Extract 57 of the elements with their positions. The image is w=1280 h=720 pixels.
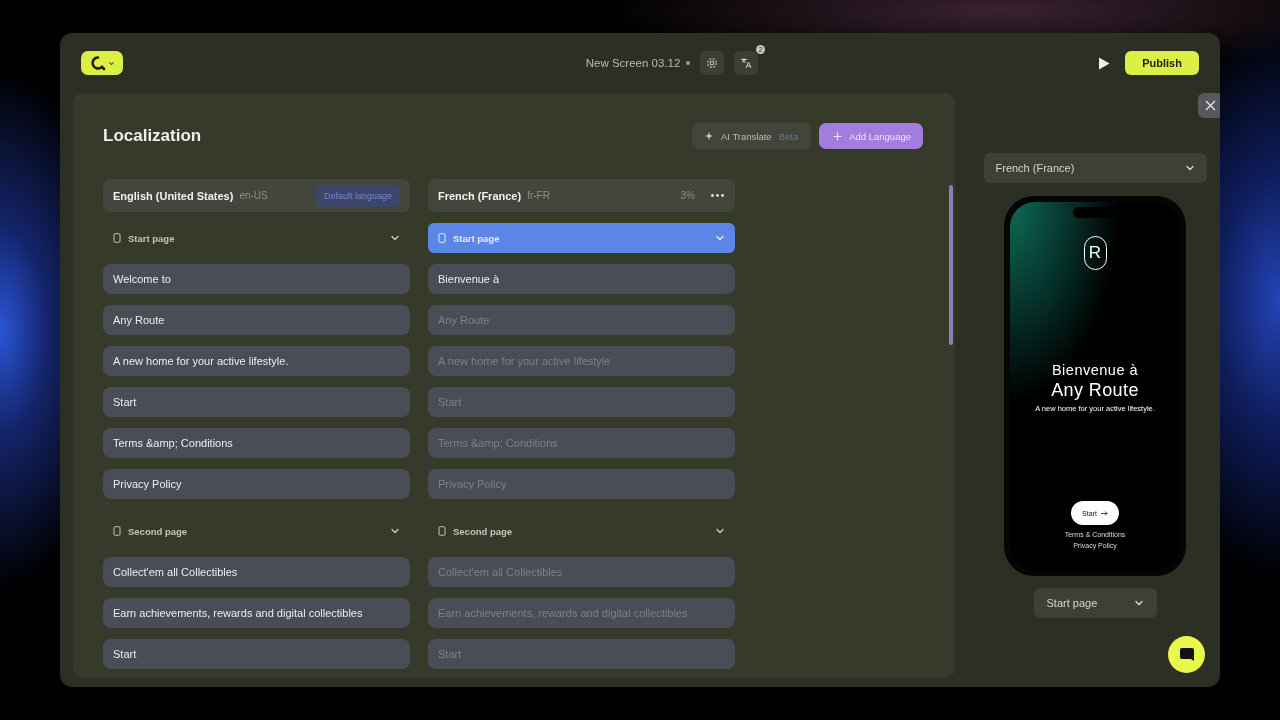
preview-headline: Any Route — [1051, 380, 1139, 401]
chat-button[interactable] — [1168, 636, 1205, 673]
panel-title: Localization — [103, 126, 202, 146]
language-dropdown[interactable]: French (France) — [983, 153, 1207, 183]
plus-icon — [833, 131, 843, 141]
play-icon — [1098, 56, 1110, 70]
unsaved-dot-icon — [686, 61, 691, 65]
scrollbar[interactable] — [949, 185, 953, 345]
ai-translate-button[interactable]: AI Translate Beta — [691, 123, 812, 149]
phone-icon — [438, 233, 446, 243]
logo-button[interactable] — [81, 51, 123, 75]
chevron-down-icon — [1184, 163, 1195, 173]
text-field[interactable]: Collect'em all Collectibles — [103, 557, 410, 587]
text-field[interactable]: Terms &amp; Conditions — [103, 428, 410, 458]
chat-bubble-icon — [1178, 646, 1195, 663]
chevron-down-icon — [715, 526, 725, 536]
logo-icon — [89, 55, 106, 71]
default-language-tag: Default language — [315, 184, 400, 207]
chevron-down-icon — [390, 526, 400, 536]
text-field[interactable]: A new home for your active lifestyle. — [103, 346, 410, 376]
more-icon — [710, 194, 724, 197]
screen-title: New Screen 03.12 — [585, 57, 681, 69]
arrow-right-icon — [1100, 510, 1108, 516]
text-field[interactable]: Welcome to — [103, 264, 410, 294]
text-field[interactable]: Earn achievements, rewards and digital collectibles — [103, 598, 410, 628]
phone-icon — [113, 233, 121, 243]
text-field[interactable]: Start — [103, 639, 410, 669]
language-name: French (France) — [438, 189, 522, 202]
page-section-header[interactable]: Second page — [103, 516, 410, 546]
publish-button[interactable]: Publish — [1125, 51, 1199, 75]
chevron-down-icon — [715, 233, 725, 243]
text-field[interactable]: Start — [103, 387, 410, 417]
page-section-header[interactable]: Second page — [428, 516, 735, 546]
translate-button[interactable] — [734, 51, 759, 75]
close-icon — [1205, 100, 1216, 111]
settings-icon — [706, 57, 719, 69]
preview-title: Bienvenue à — [1051, 362, 1139, 378]
text-field[interactable]: Bienvenue à — [428, 264, 735, 294]
translate-icon — [740, 57, 753, 69]
language-code: fr-FR — [527, 190, 550, 201]
phone-icon — [113, 526, 121, 536]
chevron-down-icon — [1133, 598, 1144, 608]
language-name: English (United States) — [113, 189, 234, 202]
close-button[interactable] — [1198, 93, 1220, 118]
settings-button[interactable] — [700, 51, 725, 75]
chevron-down-icon — [107, 59, 115, 67]
notch — [1073, 207, 1117, 218]
beta-tag: Beta — [778, 130, 799, 142]
sparkle-icon — [704, 131, 714, 141]
chevron-down-icon — [390, 233, 400, 243]
page-dropdown[interactable]: Start page — [1033, 588, 1157, 618]
phone-icon — [438, 526, 446, 536]
percent-translated-text: 3% — [680, 190, 695, 201]
page-section-header[interactable]: Start page — [103, 223, 410, 253]
language-code: en-US — [239, 190, 268, 201]
text-field[interactable]: Privacy Policy — [103, 469, 410, 499]
text-field[interactable]: Any Route — [103, 305, 410, 335]
